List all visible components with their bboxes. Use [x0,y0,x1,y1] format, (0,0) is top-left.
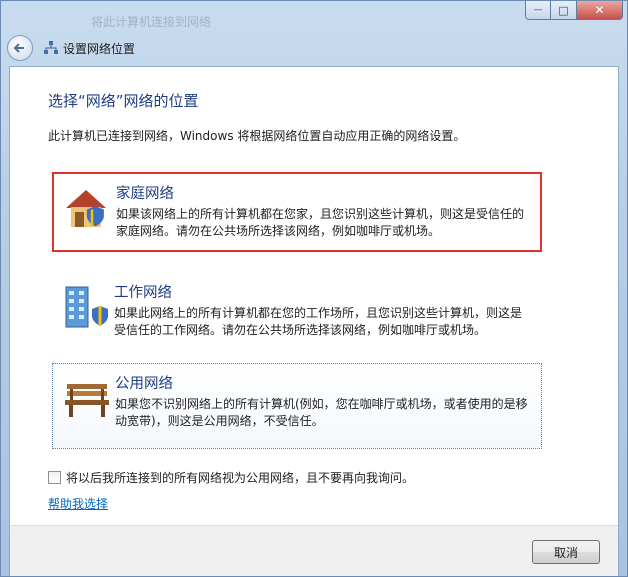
description-text: 此计算机已连接到网络，Windows 将根据网络位置自动应用正确的网络设置。 [48,129,466,143]
maximize-button[interactable]: □ [551,1,577,20]
treat-all-public-checkbox[interactable] [48,471,61,484]
content-panel: 选择“网络”网络的位置 此计算机已连接到网络，Windows 将根据网络位置自动… [9,66,619,576]
dialog-footer: 取消 [10,525,618,576]
public-network-title: 公用网络 [115,376,173,392]
back-button[interactable] [7,35,33,61]
close-button[interactable]: ✕ [577,1,623,20]
navigation-bar: 设置网络位置 [7,33,621,63]
dialog-window: 将此计算机连接到网络 — □ ✕ 设置网络位置 选择“网络”网络的位置 此计算机… [0,0,628,577]
public-network-icon [65,384,109,417]
page-title: 设置网络位置 [63,41,136,56]
minimize-button[interactable]: — [525,1,551,20]
home-network-description: 如果该网络上的所有计算机都在您家，且您识别这些计算机，则这是受信任的家庭网络。请… [116,207,525,238]
close-icon: ✕ [594,3,605,17]
network-icon [44,41,58,54]
treat-all-public-label[interactable]: 将以后我所连接到的所有网络视为公用网络，且不要再向我询问。 [66,469,414,486]
home-network-option[interactable]: 家庭网络 如果该网络上的所有计算机都在您家，且您识别这些计算机，则这是受信任的家… [52,172,542,252]
public-network-option[interactable]: 公用网络 如果您不识别网络上的所有计算机(例如，您在咖啡厅或机场，或者使用的是移… [52,363,542,449]
home-network-title: 家庭网络 [116,186,174,202]
work-network-option[interactable]: 工作网络 如果此网络上的所有计算机都在您的工作场所，且您识别这些计算机，则这是受… [52,273,542,341]
maximize-icon: □ [558,3,569,17]
cancel-button[interactable]: 取消 [532,540,600,564]
public-network-description: 如果您不识别网络上的所有计算机(例如，您在咖啡厅或机场，或者使用的是移动宽带)，… [115,397,528,428]
background-frame-text: 将此计算机连接到网络 [91,15,212,29]
work-network-title: 工作网络 [114,285,172,301]
home-network-icon [66,190,106,227]
caption-buttons: — □ ✕ [525,1,623,21]
minimize-icon: — [533,5,543,15]
work-network-icon [65,286,108,328]
work-network-description: 如果此网络上的所有计算机都在您的工作场所，且您识别这些计算机，则这是受信任的工作… [114,306,523,337]
treat-all-public-row: 将以后我所连接到的所有网络视为公用网络，且不要再向我询问。 [48,469,414,486]
help-me-choose-link[interactable]: 帮助我选择 [48,495,108,512]
back-arrow-icon [13,43,24,53]
main-heading: 选择“网络”网络的位置 [48,92,199,110]
